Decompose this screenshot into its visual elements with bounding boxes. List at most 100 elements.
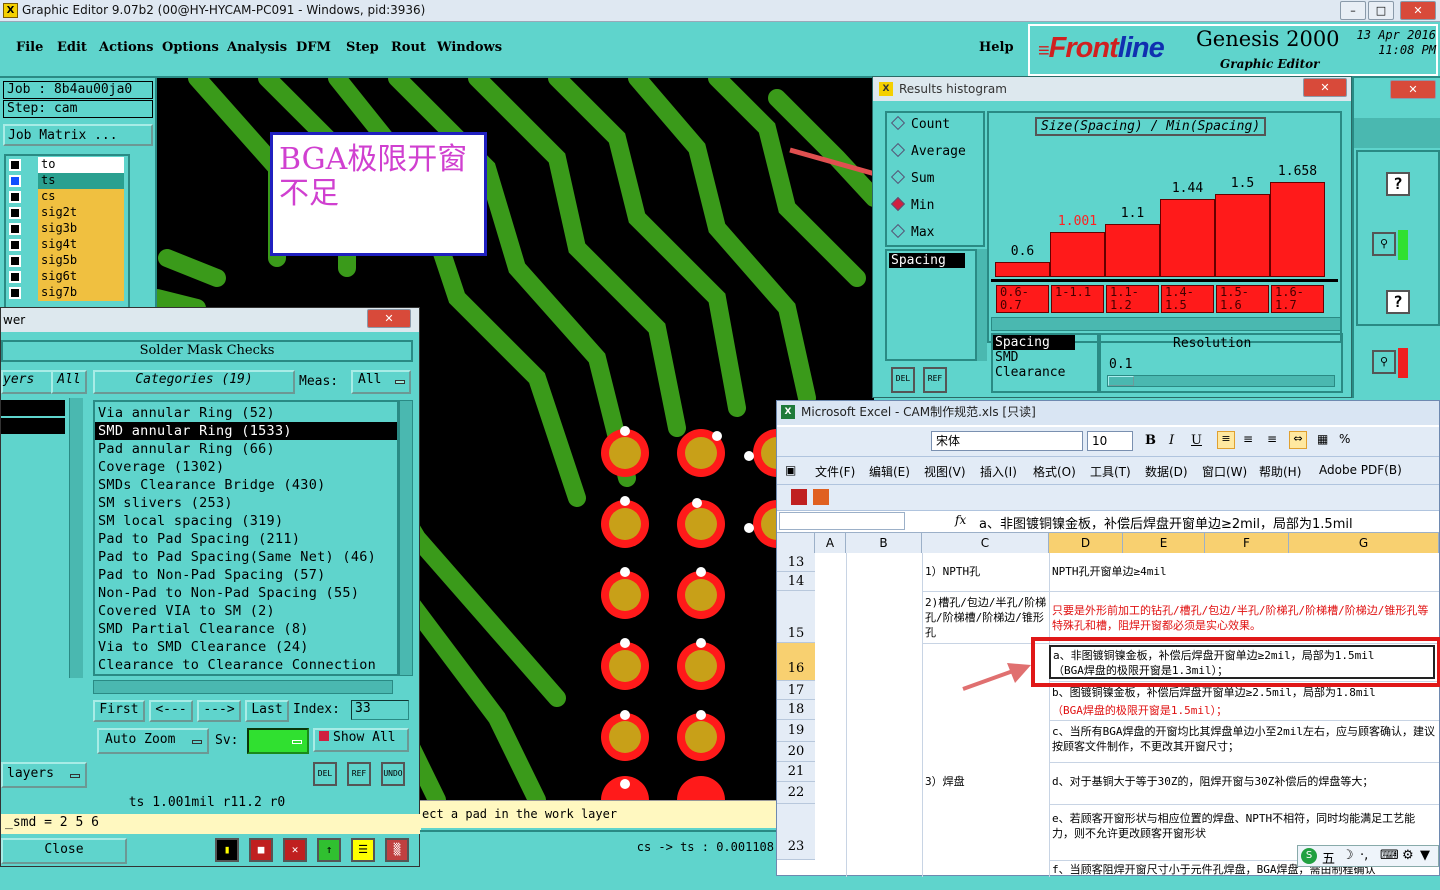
cell-d23[interactable]: e、若顾客开窗形状与相应位置的焊盘、NPTH不相符，同时均能满足工艺能力，则不允… xyxy=(1052,811,1436,845)
category-item[interactable]: SMDs Clearance Bridge (430) xyxy=(95,476,397,494)
ref-icon[interactable]: REF xyxy=(347,762,371,786)
cross-icon[interactable]: ✕ xyxy=(283,838,307,862)
minimize-button[interactable]: – xyxy=(1340,1,1366,20)
auto-zoom-select[interactable]: Auto Zoom xyxy=(97,728,209,754)
pdf-email-icon[interactable] xyxy=(813,489,829,505)
prev-button[interactable]: <--- xyxy=(149,700,193,722)
show-all-toggle[interactable]: Show All xyxy=(313,728,409,752)
category-item[interactable]: Coverage (1302) xyxy=(95,458,397,476)
mode-min[interactable]: Min xyxy=(890,196,934,213)
formula-input[interactable]: a、非图镀铜镍金板，补偿后焊盘开窗单边≥2mil，局部为1.5mil xyxy=(979,513,1353,532)
font-select[interactable]: 宋体 xyxy=(931,431,1083,451)
category-item[interactable]: SMD Partial Clearance (8) xyxy=(95,620,397,638)
menu-rout[interactable]: Rout xyxy=(391,40,426,55)
menu-edit[interactable]: Edit xyxy=(57,40,87,55)
sv-select[interactable] xyxy=(247,728,309,754)
category-item[interactable]: Clearance to Clearance Connection xyxy=(95,656,397,674)
last-button[interactable]: Last xyxy=(245,700,289,722)
cell-d13[interactable]: NPTH孔开窗单边≥4mil xyxy=(1052,564,1432,579)
excel-menu-insert[interactable]: 插入(I) xyxy=(980,463,1017,480)
bar-category-label[interactable]: 1.6-1.7 xyxy=(1271,285,1324,313)
category-item[interactable]: SM local spacing (319) xyxy=(95,512,397,530)
mode-max[interactable]: Max xyxy=(890,223,934,240)
cell-c13[interactable]: 1）NPTH孔 xyxy=(925,564,1045,579)
category-item[interactable]: SMD annular Ring (1533) xyxy=(95,422,397,440)
menu-help[interactable]: Help xyxy=(979,40,1014,55)
menu-windows[interactable]: Windows xyxy=(437,40,502,55)
category-item[interactable]: Covered VIA to SM (2) xyxy=(95,602,397,620)
excel-menu-format[interactable]: 格式(O) xyxy=(1033,463,1076,480)
cell-c15[interactable]: 2)槽孔/包边/半孔/阶梯孔/阶梯槽/阶梯边/锥形孔 xyxy=(925,595,1047,641)
layer-row[interactable]: to xyxy=(6,157,124,173)
histogram-bar[interactable] xyxy=(1270,182,1325,277)
histogram-bar[interactable] xyxy=(995,262,1050,277)
menu-dfm[interactable]: DFM xyxy=(296,40,331,55)
layer-row[interactable]: sig3b xyxy=(6,221,124,237)
col-d[interactable]: D xyxy=(1049,533,1123,553)
strip-close-button[interactable]: ✕ xyxy=(1390,80,1436,99)
histogram-bar[interactable] xyxy=(1215,194,1270,277)
undo-icon[interactable]: UNDO xyxy=(381,762,405,786)
excel-menu-file[interactable]: 文件(F) xyxy=(815,463,855,480)
row-18[interactable]: 18 xyxy=(777,700,815,720)
excel-menu-help[interactable]: 帮助(H) xyxy=(1259,463,1301,480)
cell-d19[interactable]: c、当所有BGA焊盘的开窗均比其焊盘单边小至2mil左右，应与顾客确认，建议按顾… xyxy=(1052,724,1436,756)
col-g[interactable]: G xyxy=(1289,533,1439,553)
ime-toolbar[interactable]: S 五 ☽ ·, ⌨ ⚙ ▼ xyxy=(1297,845,1439,867)
zoom-icon[interactable]: ⚲ xyxy=(1372,232,1396,256)
excel-menu-view[interactable]: 视图(V) xyxy=(924,463,966,480)
histogram-icon[interactable]: ▒ xyxy=(385,838,409,862)
measure-type-list[interactable]: Spacing SMD Clearance xyxy=(991,333,1099,393)
row-16[interactable]: 16 xyxy=(777,643,815,681)
category-item[interactable]: Non-Pad to Non-Pad Spacing (55) xyxy=(95,584,397,602)
index-input[interactable]: 33 xyxy=(351,700,409,720)
cell-d21[interactable]: d、对于基铜大于等于30Z的，阻焊开窗与30Z补偿后的焊盘等大； xyxy=(1052,774,1436,789)
excel-menu-adobe[interactable]: Adobe PDF(B) xyxy=(1319,463,1402,477)
layer-row[interactable]: ts xyxy=(6,173,124,189)
del-icon[interactable]: DEL xyxy=(313,762,337,786)
measure-list[interactable]: Spacing xyxy=(885,249,977,361)
cell-d18[interactable]: （BGA焊盘的极限开窗是1.5mil）； xyxy=(1052,703,1436,718)
categories-list[interactable]: Via annular Ring (52) SMD annular Ring (1… xyxy=(93,400,399,676)
cell-d17[interactable]: b、图镀铜镍金板，补偿后焊盘开窗单边≥2.5mil，局部为1.8mil xyxy=(1052,685,1436,700)
close-button[interactable]: ✕ xyxy=(1400,1,1436,20)
layer-scrollbar[interactable] xyxy=(69,398,83,678)
row-17[interactable]: 17 xyxy=(777,681,815,700)
menu-options[interactable]: Options xyxy=(162,40,219,55)
pdf-icon[interactable] xyxy=(791,489,807,505)
col-b[interactable]: B xyxy=(846,533,922,553)
maximize-button[interactable]: □ xyxy=(1368,1,1394,20)
bar-category-label[interactable]: 0.6-0.7 xyxy=(996,285,1049,313)
categories-scrollbar[interactable] xyxy=(399,400,413,676)
job-matrix-button[interactable]: Job Matrix ... xyxy=(3,124,153,146)
histogram-close-button[interactable]: ✕ xyxy=(1303,78,1347,97)
excel-menu-edit[interactable]: 编辑(E) xyxy=(869,463,910,480)
cell-c21[interactable]: 3）焊盘 xyxy=(925,774,1045,789)
layer-row[interactable]: sig6t xyxy=(6,269,124,285)
category-item[interactable]: SM slivers (253) xyxy=(95,494,397,512)
excel-menu-tools[interactable]: 工具(T) xyxy=(1090,463,1131,480)
category-item[interactable]: Via to SMD Clearance (24) xyxy=(95,638,397,656)
align-right-icon[interactable]: ≡ xyxy=(1267,432,1277,446)
font-size-select[interactable]: 10 xyxy=(1087,431,1133,451)
align-left-icon[interactable]: ≡ xyxy=(1217,431,1235,449)
resolution-slider[interactable] xyxy=(1107,375,1335,387)
excel-menu-data[interactable]: 数据(D) xyxy=(1145,463,1188,480)
italic-icon[interactable]: I xyxy=(1169,433,1174,448)
category-item[interactable]: Pad annular Ring (66) xyxy=(95,440,397,458)
layer-row[interactable]: sig7b xyxy=(6,285,124,301)
category-item[interactable]: Pad to Non-Pad Spacing (57) xyxy=(95,566,397,584)
excel-menu-window[interactable]: 窗口(W) xyxy=(1202,463,1247,480)
col-f[interactable]: F xyxy=(1205,533,1289,553)
first-button[interactable]: First xyxy=(93,700,145,722)
merge-icon[interactable]: ⇔ xyxy=(1289,431,1307,449)
hist-ref-icon[interactable]: REF xyxy=(923,367,947,393)
report-icon[interactable]: ☰ xyxy=(351,838,375,862)
sm-close-button[interactable]: ✕ xyxy=(367,309,411,328)
percent-icon[interactable]: % xyxy=(1339,432,1350,446)
layer-row[interactable]: cs xyxy=(6,189,124,205)
query-icon[interactable]: ? xyxy=(1386,172,1410,196)
align-icon[interactable]: ▮ xyxy=(215,838,239,862)
bar-category-label[interactable]: 1.4-1.5 xyxy=(1161,285,1214,313)
category-item[interactable]: Via annular Ring (52) xyxy=(95,404,397,422)
